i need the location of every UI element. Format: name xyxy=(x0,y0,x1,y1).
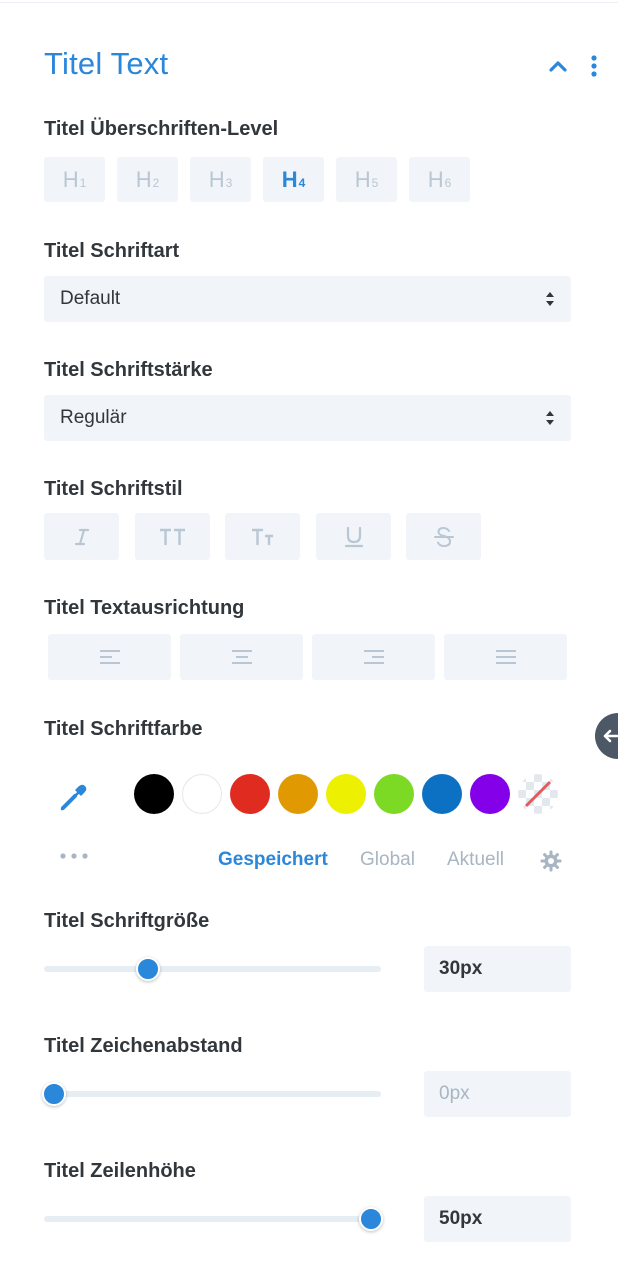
heading-letter: H xyxy=(62,166,79,192)
color-swatch-purple[interactable] xyxy=(470,774,510,814)
weight-value: Regulär xyxy=(60,407,127,428)
heading-level-h2-button[interactable]: H2 xyxy=(117,157,178,202)
heading-level-h3-button[interactable]: H3 xyxy=(190,157,251,202)
align-center-button[interactable] xyxy=(180,634,303,680)
letter-spacing-slider-track[interactable] xyxy=(44,1091,381,1097)
weight-label: Titel Schriftstärke xyxy=(44,359,213,381)
capitalize-icon xyxy=(251,528,273,545)
more-horizontal-icon[interactable] xyxy=(59,852,91,860)
size-slider-track[interactable] xyxy=(44,966,381,972)
align-right-icon xyxy=(363,650,384,664)
underline-icon xyxy=(344,526,363,547)
size-label: Titel Schriftgröße xyxy=(44,910,210,932)
align-justify-button[interactable] xyxy=(444,634,567,680)
line-height-slider-track[interactable] xyxy=(44,1216,381,1222)
line-height-input[interactable]: 50px xyxy=(424,1196,571,1242)
heading-letter: H xyxy=(427,166,444,192)
underline-button[interactable] xyxy=(316,513,391,560)
heading-number: 3 xyxy=(225,175,233,190)
color-swatch-blue[interactable] xyxy=(422,774,462,814)
heading-letter: H xyxy=(208,166,225,192)
weight-select[interactable]: Regulär xyxy=(44,395,571,441)
color-swatch-orange[interactable] xyxy=(278,774,318,814)
more-vertical-icon[interactable] xyxy=(586,54,602,80)
letter-spacing-value: 0px xyxy=(439,1083,470,1104)
letter-spacing-slider-thumb[interactable] xyxy=(42,1082,66,1106)
heading-number: 1 xyxy=(79,175,87,190)
capitalize-button[interactable] xyxy=(225,513,300,560)
color-swatch-black[interactable] xyxy=(134,774,174,814)
align-justify-icon xyxy=(495,650,516,664)
uppercase-icon xyxy=(159,528,185,545)
italic-icon xyxy=(74,528,89,545)
size-slider-thumb[interactable] xyxy=(136,957,161,981)
size-value: 30px xyxy=(439,958,483,979)
strikethrough-icon xyxy=(433,526,454,547)
tab-global-colors[interactable]: Global xyxy=(360,849,415,871)
eyedropper-icon[interactable] xyxy=(58,779,92,813)
heading-letter: H xyxy=(135,166,152,192)
strikethrough-button[interactable] xyxy=(406,513,481,560)
align-left-button[interactable] xyxy=(48,634,171,680)
chevron-up-icon[interactable] xyxy=(545,55,571,77)
color-label: Titel Schriftfarbe xyxy=(44,718,203,740)
arrow-left-icon xyxy=(603,729,618,743)
heading-number: 4 xyxy=(298,175,306,190)
heading-number: 6 xyxy=(444,175,452,190)
section-title: Titel Text xyxy=(44,46,169,81)
alignment-label: Titel Textausrichtung xyxy=(44,597,245,619)
heading-level-h6-button[interactable]: H6 xyxy=(409,157,470,202)
line-height-label: Titel Zeilenhöhe xyxy=(44,1160,196,1182)
color-swatch-white[interactable] xyxy=(182,774,222,814)
color-swatch-yellow[interactable] xyxy=(326,774,366,814)
letter-spacing-input[interactable]: 0px xyxy=(424,1071,571,1117)
tab-current-colors[interactable]: Aktuell xyxy=(447,849,504,871)
align-left-icon xyxy=(99,650,120,664)
font-label: Titel Schriftart xyxy=(44,240,180,262)
heading-number: 5 xyxy=(371,175,379,190)
size-input[interactable]: 30px xyxy=(424,946,571,992)
align-right-button[interactable] xyxy=(312,634,435,680)
heading-letter: H xyxy=(354,166,371,192)
italic-button[interactable] xyxy=(44,513,119,560)
color-swatch-transparent[interactable] xyxy=(518,774,558,814)
select-arrows-icon xyxy=(546,292,554,306)
top-divider xyxy=(0,2,618,3)
style-label: Titel Schriftstil xyxy=(44,478,183,500)
heading-level-h1-button[interactable]: H1 xyxy=(44,157,105,202)
side-panel-toggle[interactable] xyxy=(595,713,618,759)
heading-level-h5-button[interactable]: H5 xyxy=(336,157,397,202)
uppercase-button[interactable] xyxy=(135,513,210,560)
line-height-value: 50px xyxy=(439,1208,483,1229)
tab-saved-colors[interactable]: Gespeichert xyxy=(218,849,328,871)
line-height-slider-thumb[interactable] xyxy=(358,1207,383,1231)
font-select[interactable]: Default xyxy=(44,276,571,322)
color-swatch-green[interactable] xyxy=(374,774,414,814)
select-arrows-icon xyxy=(546,411,554,425)
heading-number: 2 xyxy=(152,175,160,190)
font-value: Default xyxy=(60,288,121,309)
heading-letter: H xyxy=(281,166,298,192)
heading-level-h4-button[interactable]: H4 xyxy=(263,157,324,202)
letter-spacing-label: Titel Zeichenabstand xyxy=(44,1035,243,1057)
heading-level-label: Titel Überschriften-Level xyxy=(44,118,279,140)
color-swatch-red[interactable] xyxy=(230,774,270,814)
align-center-icon xyxy=(231,650,252,664)
gear-icon[interactable] xyxy=(540,850,562,872)
